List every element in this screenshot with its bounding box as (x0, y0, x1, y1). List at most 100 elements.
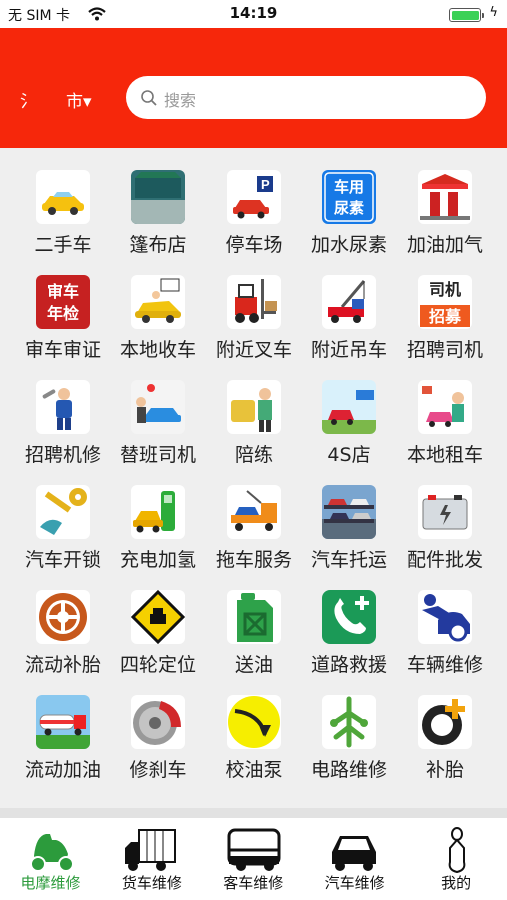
tab-label: 货车维修 (121, 874, 182, 892)
svg-text:审车: 审车 (47, 282, 79, 301)
service-item[interactable]: 替班司机 (110, 368, 206, 473)
service-item[interactable]: 四轮定位 (110, 578, 206, 683)
service-label: 汽车开锁 (24, 549, 101, 571)
service-item[interactable]: 汽车托运 (301, 473, 397, 578)
service-item[interactable]: 司机 招募 招聘司机 (397, 263, 493, 368)
service-item[interactable]: 汽车开锁 (15, 473, 111, 578)
car-icon (326, 826, 384, 878)
car-key-icon (36, 485, 90, 539)
service-item[interactable]: 配件批发 (397, 473, 493, 578)
svg-text:P: P (261, 177, 270, 192)
service-label: 拖车服务 (215, 549, 292, 571)
service-label: 4S店 (327, 444, 371, 466)
driving-coach-icon (227, 380, 281, 434)
service-item[interactable]: 车辆维修 (397, 578, 493, 683)
dealership-icon (322, 380, 376, 434)
tab-scooter[interactable]: 电摩维修 (0, 818, 101, 900)
scooter-icon (22, 826, 80, 878)
divider (0, 808, 507, 818)
svg-text:尿素: 尿素 (334, 199, 364, 217)
status-bar: 无 SIM 卡 14:19 ϟ (0, 0, 507, 28)
alignment-icon (131, 590, 185, 644)
brake-disc-icon (131, 695, 185, 749)
service-label: 充电加氢 (119, 549, 196, 571)
gas-station-icon (418, 170, 472, 224)
service-item[interactable]: 附近叉车 (206, 263, 302, 368)
tab-person[interactable]: 我的 (406, 818, 507, 900)
search-input[interactable]: 搜索 (126, 76, 486, 119)
service-item[interactable]: 本地租车 (397, 368, 493, 473)
service-label: 加水尿素 (310, 234, 387, 256)
service-item[interactable]: 校油泵 (206, 683, 302, 788)
service-item[interactable]: 拖车服务 (206, 473, 302, 578)
service-item[interactable]: 补胎 (397, 683, 493, 788)
service-item[interactable]: 附近吊车 (301, 263, 397, 368)
tow-truck-icon (227, 485, 281, 539)
car-carrier-icon (322, 485, 376, 539)
service-label: 修刹车 (129, 759, 187, 781)
service-label: 流动补胎 (24, 654, 101, 676)
service-label: 审车审证 (24, 339, 101, 361)
city-prefix: 氵 (20, 92, 37, 112)
service-label: 汽车托运 (310, 549, 387, 571)
search-icon (141, 90, 157, 106)
service-label: 车辆维修 (406, 654, 483, 676)
service-label: 校油泵 (225, 759, 283, 781)
service-label: 招聘司机 (406, 339, 483, 361)
service-label: 加油加气 (406, 234, 483, 256)
service-item[interactable]: 修刹车 (110, 683, 206, 788)
forklift-icon (227, 275, 281, 329)
service-item[interactable]: 流动补胎 (15, 578, 111, 683)
repair-icon (418, 590, 472, 644)
battery-icon (418, 485, 472, 539)
inspection-icon: 审车 年检 (36, 275, 90, 329)
jerrycan-icon (227, 590, 281, 644)
substitute-driver-icon (131, 380, 185, 434)
tarp-truck-icon (131, 170, 185, 224)
service-item[interactable]: 流动加油 (15, 683, 111, 788)
service-label: 停车场 (225, 234, 283, 256)
service-label: 本地收车 (119, 339, 196, 361)
service-item[interactable]: 篷布店 (110, 158, 206, 263)
car-purchase-icon (131, 275, 185, 329)
service-label: 招聘机修 (24, 444, 101, 466)
tire-plus-icon (418, 695, 472, 749)
service-label: 篷布店 (129, 234, 187, 256)
service-item[interactable]: 招聘机修 (15, 368, 111, 473)
tab-car[interactable]: 汽车维修 (304, 818, 405, 900)
service-label: 陪练 (234, 444, 273, 466)
service-item[interactable]: 陪练 (206, 368, 302, 473)
tab-label: 电摩维修 (20, 874, 81, 892)
service-item[interactable]: 本地收车 (110, 263, 206, 368)
service-item[interactable]: 二手车 (15, 158, 111, 263)
service-label: 补胎 (425, 759, 464, 781)
tab-bus[interactable]: 客车维修 (203, 818, 304, 900)
service-label: 二手车 (34, 234, 92, 256)
service-item[interactable]: 车用 尿素 加水尿素 (301, 158, 397, 263)
service-item[interactable]: 加油加气 (397, 158, 493, 263)
tab-label: 汽车维修 (324, 874, 385, 892)
clock: 14:19 (229, 4, 278, 22)
tab-truck[interactable]: 货车维修 (101, 818, 202, 900)
fuel-tanker-icon (36, 695, 90, 749)
service-item[interactable]: P 停车场 (206, 158, 302, 263)
tab-label: 我的 (441, 874, 472, 892)
bus-icon (225, 826, 283, 878)
city-selector[interactable]: 市▾ (66, 87, 92, 112)
car-rental-icon (418, 380, 472, 434)
service-item[interactable]: 送油 (206, 578, 302, 683)
service-label: 附近叉车 (215, 339, 292, 361)
service-item[interactable]: 审车 年检 审车审证 (15, 263, 111, 368)
service-label: 流动加油 (24, 759, 101, 781)
service-label: 送油 (234, 654, 273, 676)
svg-text:司机: 司机 (429, 280, 461, 299)
service-item[interactable]: 电路维修 (301, 683, 397, 788)
charging-icon: ϟ (489, 5, 498, 20)
service-item[interactable]: 道路救援 (301, 578, 397, 683)
service-item[interactable]: 4S店 (301, 368, 397, 473)
circuit-icon (322, 695, 376, 749)
svg-text:年检: 年检 (47, 304, 79, 323)
person-icon (428, 826, 486, 878)
service-item[interactable]: 充电加氢 (110, 473, 206, 578)
fuel-pump-icon (227, 695, 281, 749)
